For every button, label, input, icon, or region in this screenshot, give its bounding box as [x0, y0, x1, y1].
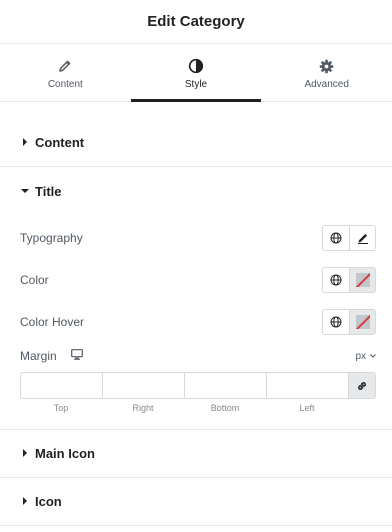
globe-icon[interactable]: [323, 226, 349, 250]
typography-buttons: [322, 225, 376, 251]
caret-right-icon: [20, 496, 30, 506]
section-title-label: Title: [35, 183, 62, 199]
panel-title: Edit Category: [147, 13, 245, 30]
globe-icon[interactable]: [323, 310, 349, 334]
pencil-icon: [56, 57, 74, 75]
tab-content[interactable]: Content: [0, 44, 131, 101]
margin-top-label: Top: [53, 403, 69, 413]
color-picker-swatch[interactable]: [349, 268, 375, 292]
color-control: Color: [20, 267, 376, 293]
margin-left-label: Left: [299, 403, 315, 413]
section-content[interactable]: Content: [0, 118, 392, 166]
margin-label-group: Margin: [20, 347, 83, 365]
tab-style-label: Style: [184, 79, 208, 90]
panel-header: Edit Category: [0, 0, 392, 44]
section-icon-label: Icon: [35, 493, 62, 509]
section-main-icon[interactable]: Main Icon: [0, 429, 392, 477]
chevron-down-icon: [370, 354, 376, 358]
contrast-icon: [187, 57, 205, 75]
margin-right-label: Right: [132, 403, 154, 413]
tab-advanced-label: Advanced: [304, 79, 349, 90]
section-main-icon-label: Main Icon: [35, 445, 95, 461]
unit-value: px: [355, 350, 366, 362]
unset-color-swatch: [355, 273, 370, 287]
gear-icon: [318, 57, 336, 75]
caret-right-icon: [20, 448, 30, 458]
tab-bar: Content Style Advanced: [0, 44, 392, 102]
tab-content-label: Content: [47, 79, 83, 90]
margin-bottom-input[interactable]: [185, 373, 267, 398]
divider: [0, 525, 392, 526]
unset-color-swatch: [355, 315, 370, 329]
margin-control-header: Margin px: [20, 347, 376, 365]
margin-right-input[interactable]: [103, 373, 185, 398]
typography-label: Typography: [20, 231, 83, 245]
color-label: Color: [20, 273, 49, 287]
section-content-label: Content: [35, 134, 85, 150]
section-icon[interactable]: Icon: [0, 477, 392, 525]
typography-control: Typography: [20, 225, 376, 251]
margin-top-input[interactable]: [21, 373, 103, 398]
color-buttons: [322, 267, 376, 293]
margin-field-labels: Top Right Bottom Left: [20, 403, 348, 413]
tab-advanced[interactable]: Advanced: [261, 44, 392, 101]
color-hover-label: Color Hover: [20, 315, 85, 329]
margin-dimensions: [20, 372, 376, 399]
caret-down-icon: [20, 186, 30, 196]
color-hover-control: Color Hover: [20, 309, 376, 335]
caret-right-icon: [20, 137, 30, 147]
margin-bottom-label: Bottom: [210, 403, 240, 413]
margin-label: Margin: [20, 349, 57, 363]
desktop-icon[interactable]: [70, 347, 83, 365]
edit-pencil-icon[interactable]: [349, 226, 375, 250]
section-title[interactable]: Title: [0, 167, 392, 215]
color-hover-picker-swatch[interactable]: [349, 310, 375, 334]
link-icon[interactable]: [349, 373, 375, 398]
margin-left-input[interactable]: [267, 373, 349, 398]
color-hover-buttons: [322, 309, 376, 335]
unit-selector[interactable]: px: [355, 351, 376, 362]
globe-icon[interactable]: [323, 268, 349, 292]
tab-style[interactable]: Style: [130, 44, 262, 102]
